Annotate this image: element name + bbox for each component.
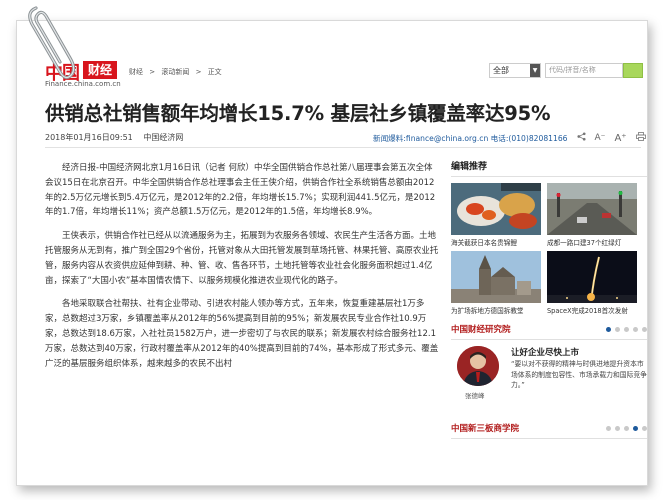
- editor-pick-item[interactable]: 海关截获日本名贵锦鲤: [451, 183, 541, 247]
- carousel-dot[interactable]: [606, 326, 611, 332]
- carousel-dot[interactable]: [615, 425, 620, 431]
- article-body: 经济日报-中国经济网北京1月16日讯（记者 何欣）中华全国供销合作总社第八届理事…: [45, 161, 439, 380]
- news-hotline[interactable]: 新闻爆料:finance@china.org.cn 电话:(010)820811…: [373, 133, 568, 144]
- carousel-dot[interactable]: [615, 326, 620, 332]
- publish-datetime: 2018年01月16日09:51: [45, 133, 133, 142]
- article-page-sheet: 中国 财经 Finance.china.com.cn 财经 > 滚动新闻 > 正…: [16, 20, 648, 486]
- editor-pick-item[interactable]: SpaceX完成2018首次发射: [547, 251, 637, 315]
- breadcrumb-current: 正文: [207, 68, 222, 76]
- interview-title[interactable]: 让好企业尽快上市: [511, 346, 579, 358]
- font-decrease-button[interactable]: A⁻: [595, 133, 606, 143]
- carousel-dots: [606, 326, 647, 332]
- koi-photo[interactable]: [451, 183, 541, 235]
- carousel-dot[interactable]: [642, 425, 647, 431]
- article-title: 供销总社销售额年均增长15.7% 基层社乡镇覆盖率达95%: [45, 102, 551, 125]
- chevron-down-icon[interactable]: ▼: [530, 64, 540, 77]
- editor-pick-item[interactable]: 为扩场拆地方德国拆教堂: [451, 251, 541, 315]
- interviewee-name: 张德峰: [465, 392, 485, 400]
- carousel-dot[interactable]: [642, 326, 647, 332]
- search-scope-value: 全部: [493, 66, 509, 75]
- logo-channel: 财经: [83, 61, 117, 79]
- editor-pick-caption[interactable]: 海关截获日本名贵锦鲤: [451, 237, 541, 247]
- editor-picks-grid: 海关截获日本名贵锦鲤 成都一路口建37个红绿灯 为扩场拆地方德国拆教堂 Spac…: [451, 183, 647, 315]
- article-paragraph: 各地采取联合社帮扶、社有企业带动、引进农村能人领办等方式，五年来，恢复重建基层社…: [45, 299, 439, 369]
- carousel-dot[interactable]: [633, 326, 638, 332]
- editor-pick-caption[interactable]: SpaceX完成2018首次发射: [547, 305, 637, 315]
- carousel-dot[interactable]: [624, 326, 629, 332]
- share-icon[interactable]: [576, 132, 586, 144]
- carousel-dot[interactable]: [606, 425, 611, 431]
- sidebar: 编辑推荐 海关截获日本名贵锦鲤 成都一路口建37个红绿灯 为扩场拆地方德国拆教堂…: [451, 159, 647, 439]
- breadcrumb-separator: >: [149, 68, 156, 76]
- breadcrumb-finance[interactable]: 财经: [129, 68, 143, 76]
- article-meta: 2018年01月16日09:51 中国经济网: [45, 132, 191, 143]
- header-divider: [45, 147, 641, 148]
- avatar[interactable]: [457, 346, 499, 386]
- stock-search: 全部 ▼ 代码/拼音/名称: [489, 63, 643, 78]
- neeq-school-header: 中国新三板商学院: [451, 422, 647, 439]
- editor-picks-heading: 编辑推荐: [451, 159, 647, 177]
- interview-quote: “要以对不获得的精神与时俱进地提升资本市场体系的制度包容性、市场承载力和国际竞争…: [511, 360, 647, 390]
- finance-institute-header: 中国财经研究院: [451, 323, 647, 340]
- article-source[interactable]: 中国经济网: [143, 133, 183, 142]
- article-paragraph: 经济日报-中国经济网北京1月16日讯（记者 何欣）中华全国供销合作总社第八届理事…: [45, 163, 436, 218]
- editor-pick-caption[interactable]: 成都一路口建37个红绿灯: [547, 237, 637, 247]
- intersection-photo[interactable]: [547, 183, 637, 235]
- editor-pick-item[interactable]: 成都一路口建37个红绿灯: [547, 183, 637, 247]
- church-photo[interactable]: [451, 251, 541, 303]
- finance-institute-title[interactable]: 中国财经研究院: [451, 323, 511, 335]
- search-scope-select[interactable]: 全部 ▼: [489, 63, 541, 78]
- rocket-launch-photo[interactable]: [547, 251, 637, 303]
- search-button[interactable]: [623, 63, 643, 78]
- article-paragraph: 王侠表示，供销合作社已经从以流通服务为主，拓展到为农服务各领域、农民生产生活各方…: [45, 231, 439, 286]
- carousel-dots: [606, 425, 647, 431]
- neeq-school-title[interactable]: 中国新三板商学院: [451, 422, 519, 434]
- featured-interview[interactable]: 张德峰 让好企业尽快上市 “要以对不获得的精神与时俱进地提升资本市场体系的制度包…: [451, 346, 647, 414]
- breadcrumb-rolling-news[interactable]: 滚动新闻: [161, 68, 189, 76]
- editor-pick-caption[interactable]: 为扩场拆地方德国拆教堂: [451, 305, 541, 315]
- font-increase-button[interactable]: A⁺: [614, 133, 626, 144]
- print-icon[interactable]: [635, 132, 646, 144]
- breadcrumb: 财经 > 滚动新闻 > 正文: [129, 67, 226, 77]
- paper-clip-icon: [28, 6, 76, 80]
- carousel-dot[interactable]: [624, 425, 629, 431]
- carousel-dot[interactable]: [633, 425, 638, 431]
- breadcrumb-separator: >: [195, 68, 202, 76]
- article-tools: 新闻爆料:finance@china.org.cn 电话:(010)820811…: [373, 132, 646, 144]
- search-input[interactable]: 代码/拼音/名称: [545, 63, 623, 78]
